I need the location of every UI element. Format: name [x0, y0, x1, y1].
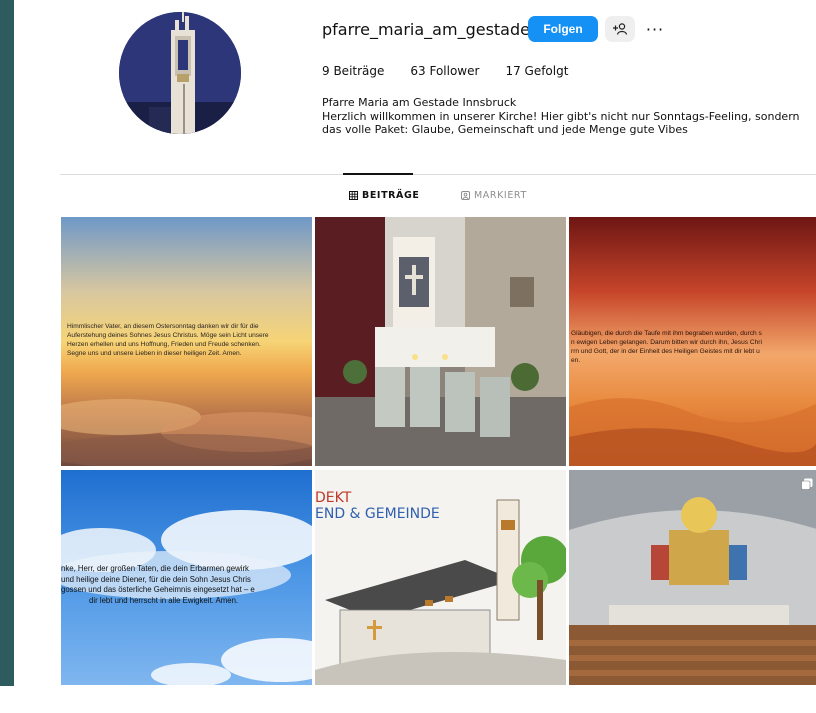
- post-image: [315, 217, 566, 466]
- following-count-label: 17 Gefolgt: [505, 64, 569, 78]
- post-chapel-interior[interactable]: [315, 217, 566, 466]
- suggest-accounts-button[interactable]: [605, 16, 635, 42]
- post-4-line-2: und heilige deine Diener, für die dein S…: [61, 574, 251, 584]
- post-1-line-1: Himmlischer Vater, an diesem Ostersonnta…: [67, 323, 259, 330]
- bio-line-1: Herzlich willkommen in unserer Kirche! H…: [322, 109, 800, 123]
- post-5-line-2: END & GEMEINDE: [315, 506, 440, 522]
- post-1-line-3: Herzen erhellen und uns Hoffnung, Friede…: [67, 341, 261, 348]
- followers-count-label: 63 Follower: [410, 64, 480, 78]
- post-4-line-4: dir lebt und herrscht in alle Ewigkeit. …: [89, 595, 239, 605]
- tab-posts-label: BEITRÄGE: [362, 190, 420, 201]
- tab-tagged-label: MARKIERT: [474, 190, 527, 201]
- post-3-line-4: en.: [571, 357, 581, 364]
- post-easter-prayer[interactable]: Himmlischer Vater, an diesem Ostersonnta…: [61, 217, 312, 466]
- more-options-button[interactable]: ···: [642, 17, 668, 41]
- post-4-line-3: gossen und das österliche Geheimnis eing…: [61, 585, 255, 594]
- post-5-text: DEKT END & GEMEINDE: [315, 490, 440, 522]
- add-person-icon: [613, 23, 628, 35]
- post-church-drawing[interactable]: DEKT END & GEMEINDE: [315, 470, 566, 685]
- follow-button[interactable]: Folgen: [528, 16, 598, 42]
- post-4-line-1: nke, Herr, der großen Taten, die dein Er…: [61, 564, 249, 573]
- following-count[interactable]: 17 Gefolgt: [505, 64, 568, 78]
- post-1-text: Himmlischer Vater, an diesem Ostersonnta…: [67, 322, 269, 358]
- window-bottom-strip: [0, 686, 816, 713]
- tab-posts[interactable]: BEITRÄGE: [349, 190, 420, 201]
- post-3-line-3: rrn und Gott, der in der Einheit des Hei…: [571, 348, 760, 355]
- post-3-line-1: Gläubigen, die durch die Taufe mit ihm b…: [571, 330, 762, 337]
- posts-count[interactable]: 9 Beiträge: [322, 64, 384, 78]
- post-image: [569, 470, 816, 685]
- profile-avatar[interactable]: [119, 12, 241, 134]
- multi-image-icon: [801, 478, 813, 490]
- bio-line-2: das volle Paket: Glaube, Gemeinschaft un…: [322, 123, 688, 136]
- tabs-divider: [60, 174, 816, 175]
- active-tab-indicator: [343, 173, 413, 175]
- posts-count-label: 9 Beiträge: [322, 64, 385, 78]
- tab-tagged[interactable]: MARKIERT: [461, 190, 527, 201]
- post-3-text: Gläubigen, die durch die Taufe mit ihm b…: [571, 329, 762, 365]
- post-altar[interactable]: [569, 470, 816, 685]
- profile-bio: Pfarre Maria am Gestade Innsbruck Herzli…: [322, 96, 816, 137]
- church-tower-image: [119, 12, 241, 134]
- tagged-icon: [461, 191, 470, 200]
- profile-username: pfarre_maria_am_gestade: [322, 20, 530, 39]
- post-1-line-2: Auferstehung deines Sohnes Jesus Christu…: [67, 332, 269, 339]
- post-1-line-4: Segne uns und unsere Lieben in dieser he…: [67, 350, 242, 357]
- followers-count[interactable]: 63 Follower: [410, 64, 479, 78]
- post-4-text: nke, Herr, der großen Taten, die dein Er…: [61, 564, 255, 606]
- profile-stats: 9 Beiträge 63 Follower 17 Gefolgt: [322, 64, 568, 78]
- bio-name: Pfarre Maria am Gestade Innsbruck: [322, 96, 517, 109]
- post-baptism-prayer[interactable]: Gläubigen, die durch die Taufe mit ihm b…: [569, 217, 816, 466]
- grid-icon: [349, 191, 358, 200]
- profile-page: pfarre_maria_am_gestade Folgen ··· 9 Bei…: [14, 0, 816, 713]
- post-sky-prayer[interactable]: nke, Herr, der großen Taten, die dein Er…: [61, 470, 312, 685]
- window-left-bar: [0, 0, 14, 713]
- post-5-line-1: DEKT: [315, 490, 352, 506]
- post-3-line-2: n ewigen Leben gelangen. Darum bitten wi…: [571, 339, 762, 346]
